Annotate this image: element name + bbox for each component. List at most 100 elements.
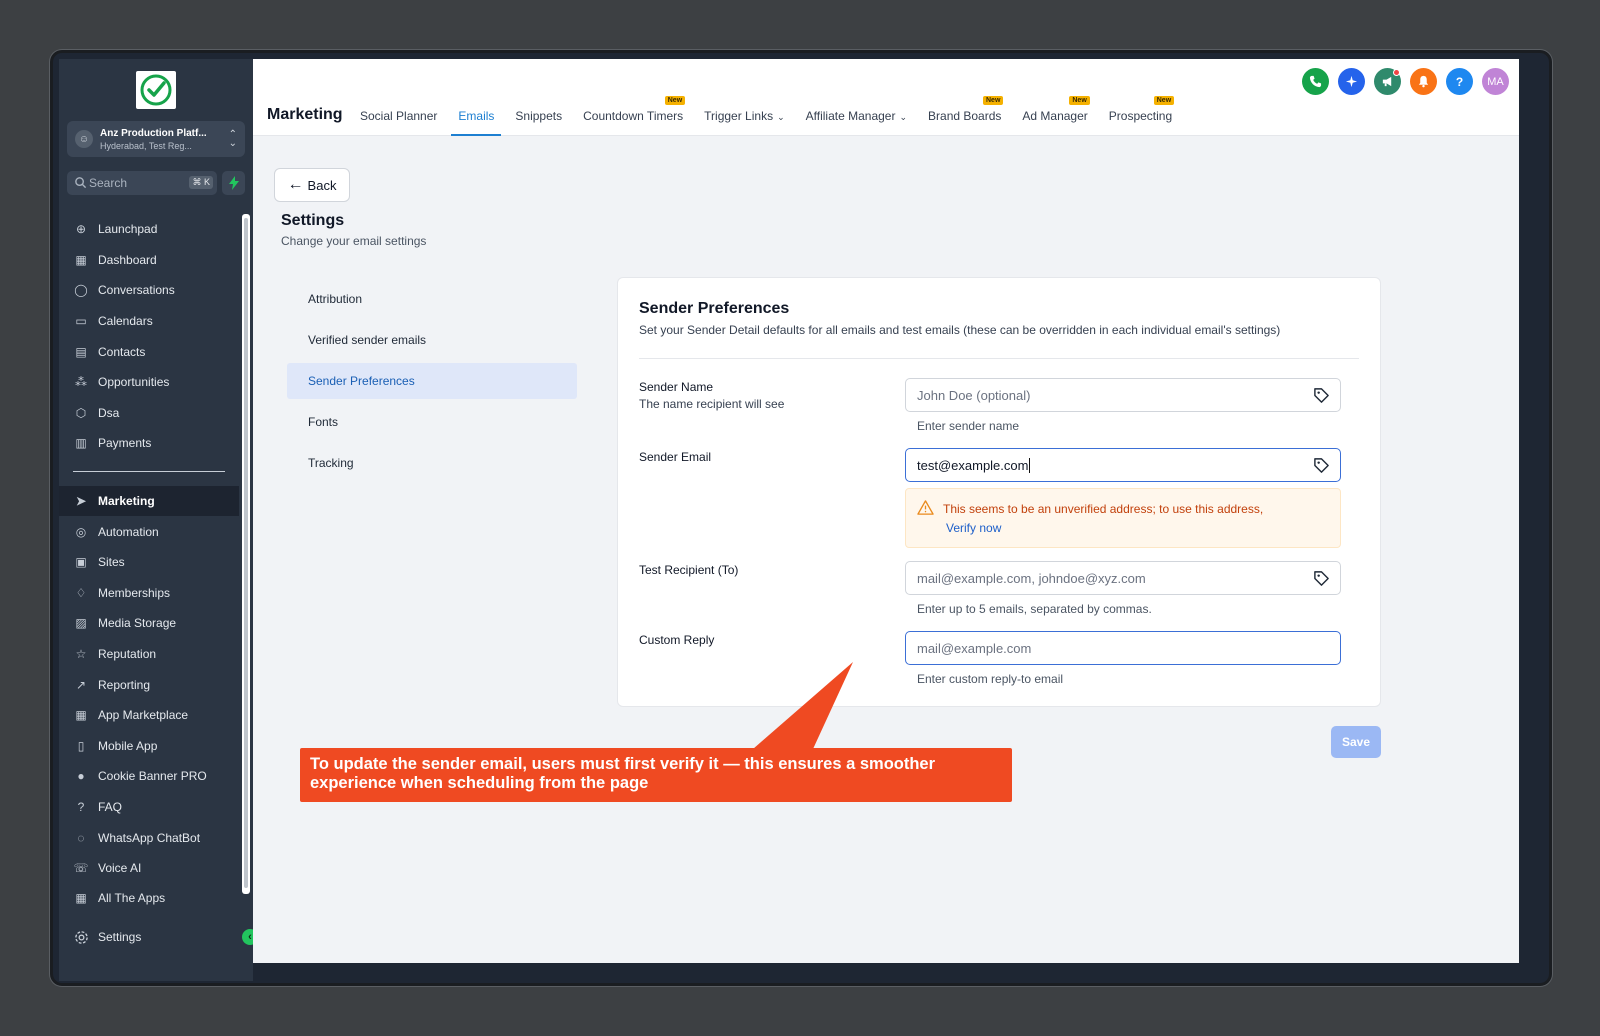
tab-prospecting[interactable]: Prospecting New bbox=[1108, 96, 1175, 136]
sidebar-item-payments[interactable]: ▥ Payments bbox=[59, 428, 239, 459]
account-avatar-icon: ☺ bbox=[75, 130, 93, 148]
tab-affiliate-manager[interactable]: Affiliate Manager ⌄ bbox=[806, 106, 907, 136]
tab-countdown-timers[interactable]: Countdown Timers New bbox=[583, 96, 686, 136]
sidebar-item-dashboard[interactable]: ▦ Dashboard bbox=[59, 245, 239, 276]
search-input[interactable]: Search ⌘ K bbox=[67, 171, 217, 195]
help-button[interactable]: ? bbox=[1446, 68, 1473, 95]
ai-assistant-button[interactable] bbox=[1338, 68, 1365, 95]
sender-email-input[interactable]: test@example.com bbox=[905, 448, 1341, 482]
save-button[interactable]: Save bbox=[1331, 726, 1381, 758]
sidebar-item-label: Dashboard bbox=[98, 252, 157, 267]
submenu-item-tracking[interactable]: Tracking bbox=[287, 445, 577, 481]
cookie-icon: ● bbox=[77, 769, 85, 784]
account-name: Anz Production Platf... bbox=[100, 128, 207, 139]
sidebar-item-whatsapp-chatbot[interactable]: ◌ WhatsApp ChatBot bbox=[59, 822, 239, 853]
user-avatar[interactable]: MA bbox=[1482, 68, 1509, 95]
sidebar-item-label: Marketing bbox=[98, 494, 155, 509]
opportunities-icon: ⁂ bbox=[75, 375, 87, 390]
sidebar-item-marketing[interactable]: ➤ Marketing bbox=[59, 485, 239, 517]
sender-name-input[interactable]: John Doe (optional) bbox=[905, 378, 1341, 412]
submenu-item-verified-sender-emails[interactable]: Verified sender emails bbox=[287, 322, 577, 358]
new-badge: New bbox=[983, 96, 1004, 105]
submenu-item-fonts[interactable]: Fonts bbox=[287, 404, 577, 440]
apps-icon: ▦ bbox=[75, 891, 87, 905]
sidebar-item-calendars[interactable]: ▭ Calendars bbox=[59, 306, 239, 337]
tab-social-planner[interactable]: Social Planner bbox=[360, 106, 437, 136]
custom-reply-input[interactable]: mail@example.com bbox=[905, 631, 1341, 665]
sidebar-item-cookie-banner-pro[interactable]: ● Cookie Banner PRO bbox=[59, 761, 239, 792]
grid-icon: ▦ bbox=[75, 708, 87, 723]
sidebar-item-faq[interactable]: ? FAQ bbox=[59, 792, 239, 823]
sender-name-placeholder: John Doe (optional) bbox=[917, 387, 1031, 403]
mobile-icon: ▯ bbox=[77, 738, 85, 753]
test-recipient-placeholder: mail@example.com, johndoe@xyz.com bbox=[917, 570, 1146, 586]
sidebar-item-label: Mobile App bbox=[98, 738, 158, 753]
quick-action-button[interactable] bbox=[222, 171, 245, 195]
sidebar-item-reporting[interactable]: ↗ Reporting bbox=[59, 669, 239, 700]
contacts-icon: ▤ bbox=[75, 344, 87, 359]
tab-label: Snippets bbox=[515, 109, 563, 123]
sidebar-item-label: WhatsApp ChatBot bbox=[98, 830, 201, 845]
sidebar: ☺ Anz Production Platf... Hyderabad, Tes… bbox=[59, 59, 258, 981]
sidebar-item-label: Calendars bbox=[98, 314, 153, 329]
tab-brand-boards[interactable]: Brand Boards New bbox=[928, 96, 1004, 136]
sidebar-item-automation[interactable]: ◎ Automation bbox=[59, 516, 239, 547]
notifications-button[interactable] bbox=[1410, 68, 1437, 95]
tab-trigger-links[interactable]: Trigger Links ⌄ bbox=[704, 106, 784, 136]
tab-label: Affiliate Manager bbox=[805, 109, 896, 123]
main-content: Marketing Social Planner Emails Snippets Co… bbox=[253, 59, 1519, 963]
custom-reply-placeholder: mail@example.com bbox=[917, 640, 1032, 656]
sidebar-item-sites[interactable]: ▣ Sites bbox=[59, 547, 239, 578]
phone-icon bbox=[1309, 75, 1322, 88]
sidebar-item-conversations[interactable]: ◯ Conversations bbox=[59, 275, 239, 306]
unverified-warning: This seems to be an unverified address; … bbox=[905, 488, 1341, 548]
sidebar-item-label: Dsa bbox=[98, 405, 120, 420]
submenu-item-sender-preferences[interactable]: Sender Preferences bbox=[287, 363, 577, 399]
scrollbar-thumb[interactable] bbox=[244, 218, 248, 888]
cube-icon: ⬡ bbox=[75, 405, 87, 420]
sidebar-item-mobile-app[interactable]: ▯ Mobile App bbox=[59, 731, 239, 762]
sidebar-item-label: Launchpad bbox=[98, 222, 158, 237]
phone-button[interactable] bbox=[1302, 68, 1329, 95]
sidebar-item-all-the-apps[interactable]: ▦ All The Apps bbox=[59, 889, 239, 907]
company-logo[interactable] bbox=[136, 71, 176, 109]
announcements-button[interactable] bbox=[1374, 68, 1401, 95]
sidebar-item-dsa[interactable]: ⬡ Dsa bbox=[59, 398, 239, 429]
sidebar-item-contacts[interactable]: ▤ Contacts bbox=[59, 336, 239, 367]
tag-icon[interactable] bbox=[1313, 570, 1330, 587]
search-placeholder: Search bbox=[89, 176, 128, 190]
tab-emails[interactable]: Emails bbox=[451, 106, 502, 136]
sidebar-scrollbar[interactable] bbox=[242, 214, 250, 894]
back-button[interactable]: ← Back bbox=[274, 168, 350, 202]
verify-now-link[interactable]: Verify now bbox=[946, 521, 1001, 535]
test-recipient-input[interactable]: mail@example.com, johndoe@xyz.com bbox=[905, 561, 1341, 595]
tag-icon[interactable] bbox=[1313, 387, 1330, 404]
automation-icon: ◎ bbox=[75, 524, 87, 539]
sidebar-item-app-marketplace[interactable]: ▦ App Marketplace bbox=[59, 700, 239, 731]
tab-label: Prospecting bbox=[1108, 109, 1173, 123]
new-badge: New bbox=[1153, 96, 1175, 105]
sender-email-value: test@example.com bbox=[917, 457, 1029, 473]
sidebar-item-label: Reputation bbox=[98, 647, 157, 662]
sidebar-item-media-storage[interactable]: ▨ Media Storage bbox=[59, 608, 239, 639]
chevron-down-icon: ⌄ bbox=[777, 112, 785, 122]
sidebar-item-label: Settings bbox=[98, 930, 142, 945]
sidebar-item-reputation[interactable]: ☆ Reputation bbox=[59, 639, 239, 670]
sidebar-item-voice-ai[interactable]: ☏ Voice AI bbox=[59, 853, 239, 884]
nav-divider bbox=[73, 470, 225, 472]
card-divider bbox=[639, 358, 1359, 359]
card-title: Sender Preferences bbox=[639, 300, 790, 317]
tab-ad-manager[interactable]: Ad Manager New bbox=[1022, 96, 1090, 136]
sidebar-item-label: Reporting bbox=[98, 677, 151, 692]
submenu-item-attribution[interactable]: Attribution bbox=[287, 281, 577, 317]
sender-name-label: Sender Name bbox=[639, 380, 714, 394]
tag-icon[interactable] bbox=[1313, 457, 1330, 474]
checkmark-logo-icon bbox=[140, 74, 172, 106]
tab-snippets[interactable]: Snippets bbox=[515, 106, 562, 136]
sidebar-item-memberships[interactable]: ♢ Memberships bbox=[59, 578, 239, 609]
megaphone-icon bbox=[1382, 76, 1392, 87]
sidebar-item-launchpad[interactable]: ⊕ Launchpad bbox=[59, 214, 239, 245]
sidebar-item-settings[interactable]: Settings bbox=[59, 922, 239, 953]
account-switcher[interactable]: ☺ Anz Production Platf... Hyderabad, Tes… bbox=[67, 121, 245, 157]
sidebar-item-opportunities[interactable]: ⁂ Opportunities bbox=[59, 367, 239, 398]
